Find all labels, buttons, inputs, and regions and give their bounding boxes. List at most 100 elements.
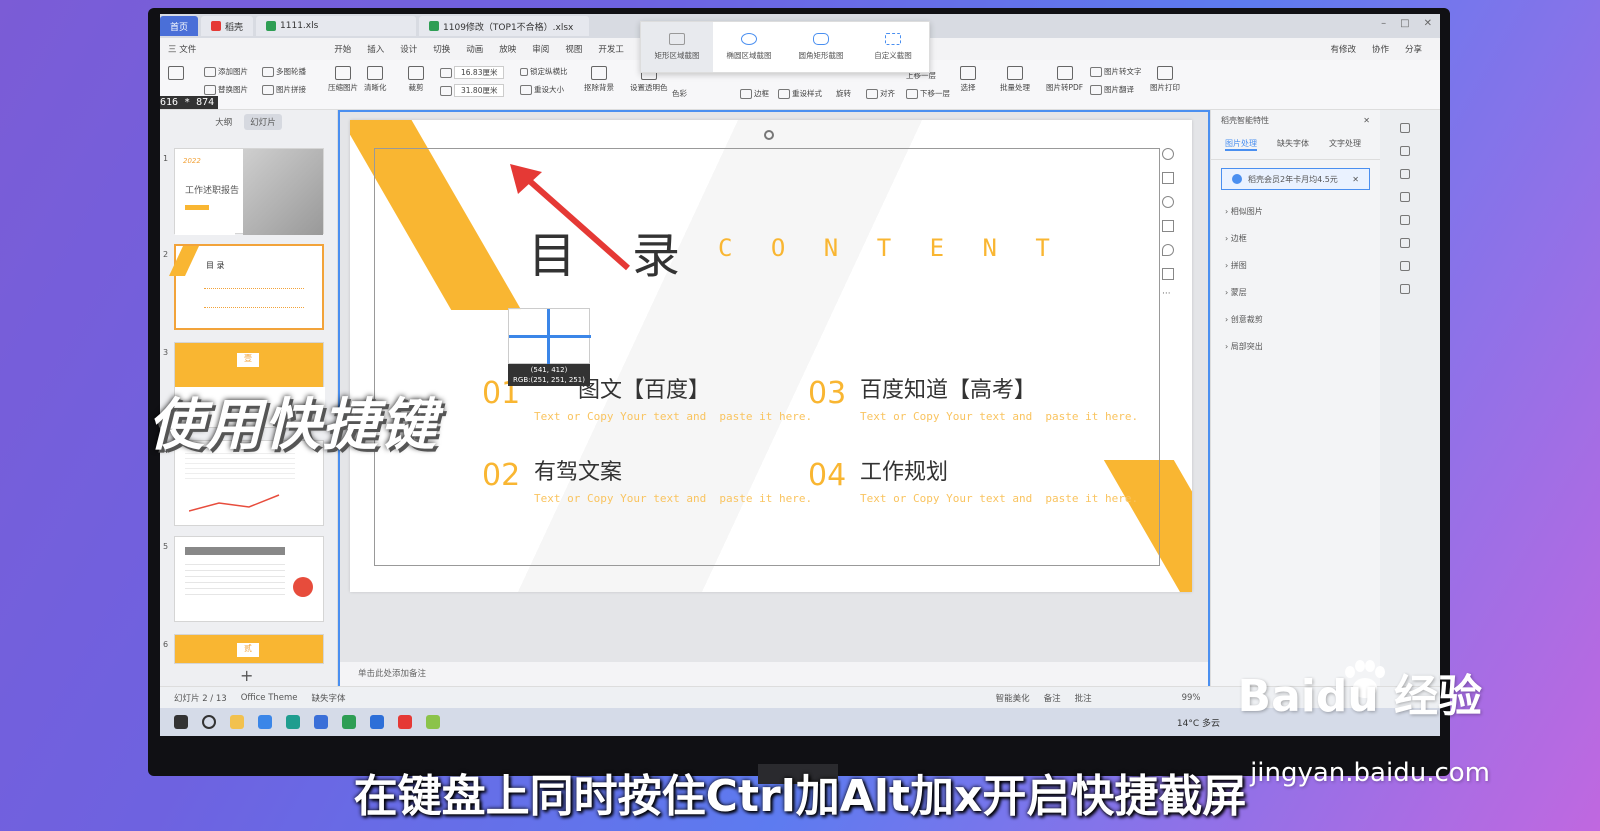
remove-bg-button[interactable]: 抠除背景 bbox=[584, 66, 614, 93]
tab-missing-font[interactable]: 缺失字体 bbox=[1277, 138, 1309, 151]
crop-icon[interactable] bbox=[1162, 220, 1174, 232]
help-icon[interactable] bbox=[1400, 215, 1410, 225]
rect-screenshot-button[interactable]: 矩形区域截图 bbox=[641, 22, 713, 72]
to-pdf-button[interactable]: 图片转PDF bbox=[1046, 66, 1083, 93]
slide-thumb-6[interactable]: 贰 bbox=[174, 634, 324, 664]
height-value[interactable]: 31.80厘米 bbox=[454, 84, 505, 97]
zoom-level[interactable]: 99% bbox=[1182, 693, 1201, 703]
book-icon[interactable] bbox=[1400, 284, 1410, 294]
beautify-button[interactable]: 智能美化 bbox=[996, 692, 1030, 704]
to-text-button[interactable]: 图片转文字 bbox=[1090, 66, 1142, 77]
missing-font-link[interactable]: 缺失字体 bbox=[312, 692, 346, 704]
app-icon[interactable] bbox=[314, 715, 328, 729]
maximize-icon[interactable]: □ bbox=[1400, 18, 1409, 29]
more-icon[interactable]: ··· bbox=[1162, 290, 1174, 299]
add-slide-button[interactable]: + bbox=[240, 666, 253, 685]
ellipse-screenshot-button[interactable]: 椭圆区域截图 bbox=[713, 22, 785, 72]
tab-slides[interactable]: 幻灯片 bbox=[244, 114, 282, 130]
menu-animation[interactable]: 动画 bbox=[466, 43, 483, 55]
collaborate-button[interactable]: 协作 bbox=[1372, 43, 1389, 55]
modified-label[interactable]: 有修改 bbox=[1330, 43, 1356, 55]
folder-icon[interactable] bbox=[230, 715, 244, 729]
app-icon[interactable] bbox=[370, 715, 384, 729]
panel-item-collage[interactable]: › 拼图 bbox=[1211, 252, 1380, 279]
image-icon[interactable] bbox=[1400, 238, 1410, 248]
zoom-icon[interactable] bbox=[1162, 196, 1174, 208]
menu-review[interactable]: 审阅 bbox=[532, 43, 549, 55]
promo-banner[interactable]: 稻壳会员2年卡月均4.5元 ✕ bbox=[1221, 168, 1370, 190]
minus-icon[interactable] bbox=[1162, 148, 1174, 160]
slide-thumb-5[interactable] bbox=[174, 536, 324, 622]
tab-outline[interactable]: 大纲 bbox=[215, 116, 232, 128]
down-layer-button[interactable]: 下移一层 bbox=[906, 88, 950, 99]
location-icon[interactable] bbox=[1400, 261, 1410, 271]
tab-text-processing[interactable]: 文字处理 bbox=[1329, 138, 1361, 151]
image-tool-button[interactable] bbox=[168, 66, 184, 80]
slide-thumb-2[interactable]: 目 录 bbox=[169, 244, 324, 330]
crop-button[interactable]: 裁剪 bbox=[408, 66, 424, 93]
pin-icon[interactable] bbox=[1400, 169, 1410, 179]
print-button[interactable]: 图片打印 bbox=[1150, 66, 1180, 93]
add-image-button[interactable]: 添加图片 bbox=[204, 66, 248, 77]
panel-close-icon[interactable]: ✕ bbox=[1363, 116, 1370, 125]
compress-button[interactable]: 压缩图片 bbox=[328, 66, 358, 93]
panel-item-similar[interactable]: › 相似图片 bbox=[1211, 198, 1380, 225]
menu-design[interactable]: 设计 bbox=[400, 43, 417, 55]
wps-icon[interactable] bbox=[398, 715, 412, 729]
tab-image-processing[interactable]: 图片处理 bbox=[1225, 138, 1257, 151]
tab-docer[interactable]: 稻壳 bbox=[201, 16, 254, 36]
close-icon[interactable]: ✕ bbox=[1424, 18, 1432, 29]
menu-transition[interactable]: 切换 bbox=[433, 43, 450, 55]
tab-xls-1[interactable]: 1111.xls bbox=[256, 16, 417, 36]
height-field[interactable]: 31.80厘米 bbox=[440, 84, 505, 97]
panel-item-mask[interactable]: › 蒙层 bbox=[1211, 279, 1380, 306]
menu-file[interactable]: 三 文件 bbox=[168, 43, 196, 55]
lock-ratio-checkbox[interactable]: 锁定纵横比 bbox=[520, 66, 568, 77]
layers-icon[interactable] bbox=[1162, 172, 1174, 184]
start-icon[interactable] bbox=[174, 715, 188, 729]
rounded-screenshot-button[interactable]: 圆角矩形截图 bbox=[785, 22, 857, 72]
menu-slideshow[interactable]: 放映 bbox=[499, 43, 516, 55]
search-icon[interactable] bbox=[202, 715, 216, 729]
color-button[interactable]: 色彩 bbox=[672, 88, 687, 99]
panel-item-creative-crop[interactable]: › 创意裁剪 bbox=[1211, 306, 1380, 333]
settings-icon[interactable] bbox=[1400, 123, 1410, 133]
width-value[interactable]: 16.83厘米 bbox=[454, 66, 505, 79]
promo-close-icon[interactable]: ✕ bbox=[1352, 175, 1359, 184]
border-button[interactable]: 边框 bbox=[740, 88, 769, 99]
menu-start[interactable]: 开始 bbox=[334, 43, 351, 55]
app-icon[interactable] bbox=[342, 715, 356, 729]
translate-button[interactable]: 图片翻译 bbox=[1090, 84, 1134, 95]
multi-carousel-button[interactable]: 多图轮播 bbox=[262, 66, 306, 77]
align-button[interactable]: 对齐 bbox=[866, 88, 895, 99]
rotate-handle[interactable] bbox=[764, 130, 774, 140]
slide-canvas[interactable]: 目 录 C O N T E N T 01 图文【百度】 Text or Copy… bbox=[350, 120, 1192, 592]
replace-image-button[interactable]: 替换图片 bbox=[204, 84, 248, 95]
share-button[interactable]: 分享 bbox=[1405, 43, 1422, 55]
rotate-button[interactable]: 旋转 bbox=[836, 88, 851, 99]
custom-screenshot-button[interactable]: 自定义截图 bbox=[857, 22, 929, 72]
sharpen-button[interactable]: 清晰化 bbox=[364, 66, 387, 93]
location-icon[interactable] bbox=[1162, 244, 1174, 256]
panel-item-border[interactable]: › 边框 bbox=[1211, 225, 1380, 252]
notes-toggle[interactable]: 备注 bbox=[1044, 692, 1061, 704]
transform-icon[interactable] bbox=[1400, 192, 1410, 202]
tab-xls-2[interactable]: 1109修改（TOP1不合格）.xlsx bbox=[419, 16, 590, 36]
batch-button[interactable]: 批量处理 bbox=[1000, 66, 1030, 93]
select-button[interactable]: 选择 bbox=[960, 66, 976, 93]
adjust-icon[interactable] bbox=[1400, 146, 1410, 156]
reset-size-button[interactable]: 重设大小 bbox=[520, 84, 564, 95]
menu-view[interactable]: 视图 bbox=[565, 43, 582, 55]
tab-home[interactable]: 首页 bbox=[160, 16, 199, 36]
minimize-icon[interactable]: – bbox=[1381, 18, 1386, 29]
reset-style-button[interactable]: 重设样式 bbox=[778, 88, 822, 99]
menu-developer[interactable]: 开发工 bbox=[598, 43, 624, 55]
width-field[interactable]: 16.83厘米 bbox=[440, 66, 505, 79]
image-collage-button[interactable]: 图片拼接 bbox=[262, 84, 306, 95]
menu-insert[interactable]: 插入 bbox=[367, 43, 384, 55]
comments-toggle[interactable]: 批注 bbox=[1075, 692, 1092, 704]
edge-icon[interactable] bbox=[286, 715, 300, 729]
notes-bar[interactable]: 单击此处添加备注 bbox=[340, 662, 1208, 686]
image-edit-icon[interactable] bbox=[1162, 268, 1174, 280]
browser-icon[interactable] bbox=[258, 715, 272, 729]
